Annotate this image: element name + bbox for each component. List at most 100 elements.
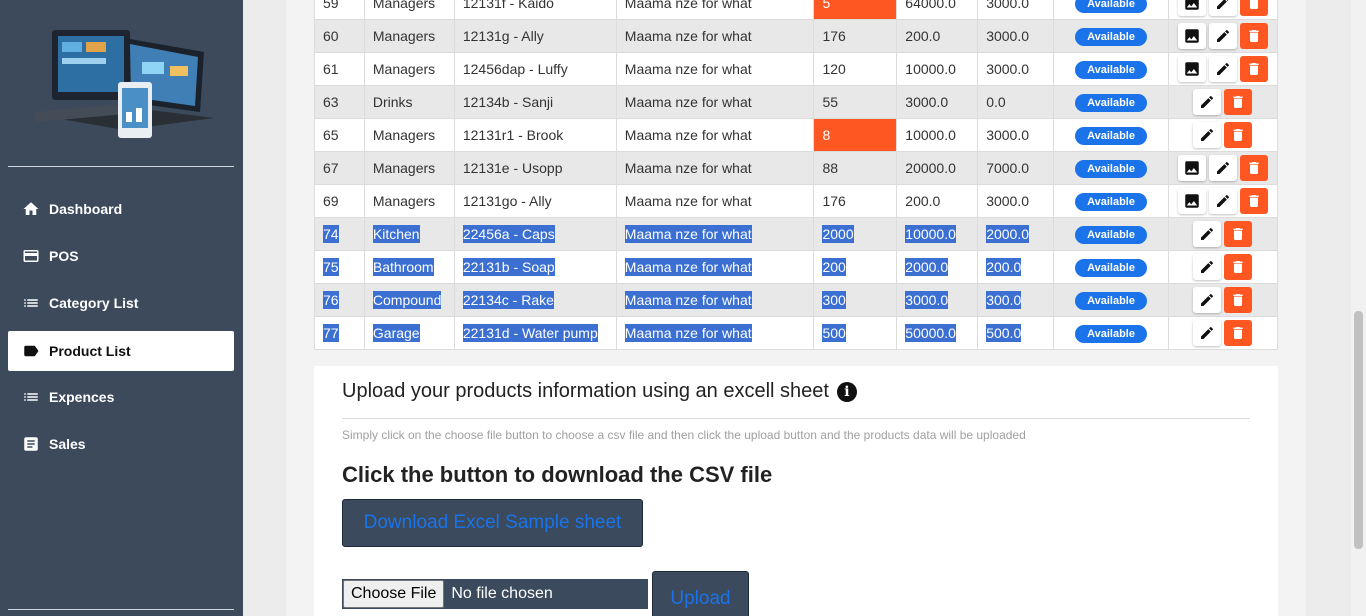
cell-status: Available [1053,316,1169,350]
download-sample-button[interactable]: Download Excel Sample sheet [342,499,643,547]
cell-price-text: 10000.0 [905,225,956,243]
edit-icon[interactable] [1208,56,1237,82]
cell-price-text: 200.0 [905,28,941,44]
cell-stock-text: 5 [822,0,831,11]
info-icon[interactable]: i [836,381,857,402]
upload-button[interactable]: Upload [652,571,749,616]
delete-icon[interactable] [1239,23,1268,49]
edit-icon[interactable] [1208,0,1237,16]
cell-category: Managers [363,184,455,218]
cell-price: 10000.0 [896,52,979,86]
cell-category: Drinks [363,85,455,119]
cell-id-text: 74 [323,225,339,243]
delete-icon[interactable] [1239,56,1268,82]
cell-cost: 3000.0 [977,184,1055,218]
cell-category-text: Managers [372,127,436,143]
delete-icon[interactable] [1224,221,1253,247]
delete-icon[interactable] [1224,122,1253,148]
delete-icon[interactable] [1224,320,1253,346]
edit-icon[interactable] [1193,122,1222,148]
delete-icon[interactable] [1239,155,1268,181]
cell-id: 69 [314,184,365,218]
cell-id-text: 69 [323,193,339,209]
cell-price: 50000.0 [896,316,979,350]
nav-expences[interactable]: Expences [8,377,234,417]
cell-code: 12456dap - Luffy [453,52,617,86]
cell-stock-text: 88 [822,160,839,176]
nav-sales[interactable]: Sales [8,424,234,464]
edit-icon[interactable] [1193,254,1222,280]
edit-icon[interactable] [1208,23,1237,49]
choose-file-button[interactable]: Choose File [343,580,445,608]
cell-category-text: Managers [372,28,436,44]
cell-desc: Maama nze for what [615,250,815,284]
cell-cost: 2000.0 [977,217,1055,251]
cell-cost-text: 500.0 [986,324,1022,342]
edit-icon[interactable] [1193,287,1222,313]
cell-id: 63 [314,85,365,119]
delete-icon[interactable] [1239,0,1268,16]
image-icon[interactable] [1177,23,1206,49]
cell-desc: Maama nze for what [615,118,815,152]
cell-category-text: Managers [372,193,436,209]
cell-cost-text: 3000.0 [986,61,1030,77]
row-actions [1177,320,1269,346]
cell-id-text: 60 [323,28,339,44]
delete-icon[interactable] [1224,254,1253,280]
nav-dashboard[interactable]: Dashboard [8,189,234,229]
cell-category-text: Garage [372,324,420,342]
delete-icon[interactable] [1239,188,1268,214]
edit-icon[interactable] [1208,155,1237,181]
cell-cost-text: 3000.0 [986,0,1030,11]
image-icon[interactable] [1177,56,1206,82]
cell-actions [1167,52,1279,86]
table-row: 77 Garage 22131d - Water pump Maama nze for… [314,316,1279,350]
cell-category: Garage [363,316,455,350]
sidebar: Dashboard POS Category List Product List… [0,0,243,616]
delete-icon[interactable] [1224,89,1253,115]
cell-actions [1167,19,1279,53]
cell-stock: 176 [813,19,898,53]
cell-stock-text: 120 [822,61,846,77]
edit-icon[interactable] [1193,320,1222,346]
cell-id-text: 75 [323,258,339,276]
cell-code: 12131r1 - Brook [453,118,617,152]
list-icon [22,294,40,312]
cell-stock-text: 176 [822,193,846,209]
delete-icon[interactable] [1224,287,1253,313]
cell-price-text: 3000.0 [905,94,949,110]
cell-actions [1167,0,1279,20]
nav-category-list-label: Category List [49,295,139,311]
cell-stock-text: 500 [822,324,846,342]
image-icon[interactable] [1177,188,1206,214]
cell-desc-text: Maama nze for what [624,291,752,309]
cell-stock: 88 [813,151,898,185]
file-input[interactable]: Choose File No file chosen [342,579,648,609]
image-icon[interactable] [1177,155,1206,181]
cell-desc: Maama nze for what [615,151,815,185]
cell-stock: 55 [813,85,898,119]
nav-category-list[interactable]: Category List [8,283,234,323]
cell-stock-text: 8 [822,127,831,143]
cell-price-text: 10000.0 [905,127,956,143]
cell-desc: Maama nze for what [615,316,815,350]
cell-price: 200.0 [896,184,979,218]
cell-code-text: 12134b - Sanji [462,94,554,110]
cell-code-text: 22131d - Water pump [462,324,598,342]
scrollbar-thumb[interactable] [1354,311,1363,549]
upload-card: Upload your products information using a… [314,366,1278,616]
cell-code-text: 12131g - Ally [462,28,544,44]
status-badge: Available [1075,192,1147,211]
nav-product-list[interactable]: Product List [8,331,234,371]
edit-icon[interactable] [1193,221,1222,247]
cell-id: 60 [314,19,365,53]
cell-id: 77 [314,316,365,350]
nav-pos[interactable]: POS [8,236,234,276]
cell-price: 64000.0 [896,0,979,20]
cell-code: 22131d - Water pump [453,316,617,350]
status-badge: Available [1075,291,1147,310]
page-scrollbar[interactable] [1351,0,1366,616]
image-icon[interactable] [1177,0,1206,16]
edit-icon[interactable] [1208,188,1237,214]
edit-icon[interactable] [1193,89,1222,115]
